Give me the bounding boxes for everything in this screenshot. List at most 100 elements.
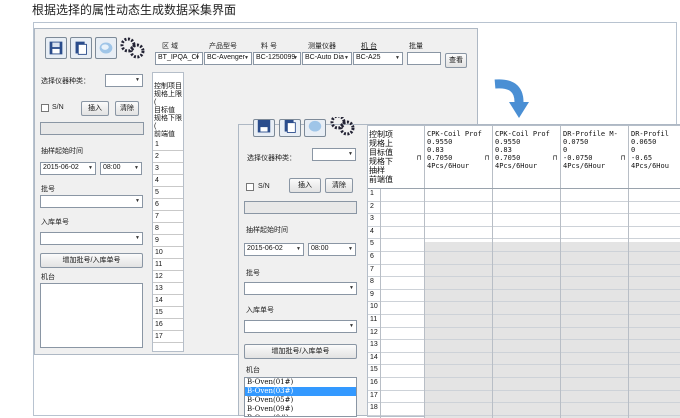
- insert-button[interactable]: 插入: [81, 101, 109, 116]
- row-number: 10: [370, 303, 378, 311]
- grid-column-line: [628, 126, 629, 418]
- column-sort-marker-icon: ⊓: [621, 154, 626, 162]
- row-number: 16: [370, 379, 378, 386]
- save-icon[interactable]: [253, 119, 275, 137]
- copy-icon[interactable]: [279, 119, 301, 137]
- batch-no-label: 批号: [41, 186, 55, 193]
- material-no-select[interactable]: BC-1250099: [253, 52, 301, 65]
- row-number: 11: [370, 316, 378, 323]
- image-icon[interactable]: [95, 37, 117, 59]
- column-header-sampling: 4Pcs/6Hour: [563, 162, 606, 170]
- sn-label: S/N: [258, 183, 270, 190]
- machine-list-item[interactable]: B-Oven(03#): [245, 387, 356, 396]
- grid-row-line: [368, 213, 680, 215]
- row-number: 4: [370, 227, 374, 235]
- column-header-name: CPK-Coil Prof: [427, 130, 482, 138]
- row-number: 14: [370, 353, 378, 361]
- column-header-target: 0: [631, 146, 636, 154]
- row-number: 15: [370, 366, 378, 374]
- grid-column-line: [492, 126, 493, 418]
- settings-gear-icon[interactable]: [119, 36, 145, 60]
- row-number: 3: [153, 163, 183, 175]
- date-picker[interactable]: 2015-06-02: [244, 243, 304, 256]
- column-sort-marker-icon: ⊓: [553, 154, 558, 162]
- machine-list-items: B-Oven(01#) B-Oven(03#) B-Oven(05#) B-Oven(…: [245, 378, 356, 416]
- row-number: 14: [153, 295, 183, 307]
- batch-input-top[interactable]: [407, 52, 441, 65]
- product-model-select[interactable]: BC-Avenger: [204, 52, 252, 65]
- transition-arrow-icon: [494, 79, 529, 118]
- row-header-panel: 控制项目 规格上限( 目标值 规格下限( 前端值 1 2 3 4 5 6 7 8 9 10 11 12…: [152, 72, 184, 352]
- row-number: 8: [153, 223, 183, 235]
- column-header-target: 0.83: [427, 146, 444, 154]
- area-label: 区 域: [162, 43, 178, 50]
- add-batch-button[interactable]: 增加批号/入库单号: [40, 253, 143, 268]
- machine-list[interactable]: [40, 283, 143, 348]
- query-button[interactable]: 查看: [445, 53, 467, 68]
- column-header[interactable]: CPK-Coil Prof 0.9550 0.83 0.7050 4Pcs/6Hour: [427, 130, 482, 170]
- sample-time-label: 抽样起始时间: [246, 227, 288, 234]
- time-select[interactable]: 08:00: [100, 162, 142, 175]
- row-number: 18: [370, 404, 378, 412]
- batch-label-top: 批量: [409, 43, 423, 50]
- time-select[interactable]: 08:00: [308, 243, 356, 256]
- column-header[interactable]: DR-Profil 0.0650 0 -0.65 4Pcs/6Hou: [631, 130, 669, 170]
- sn-input[interactable]: [244, 201, 357, 214]
- column-header-lower: 0.7050: [427, 154, 453, 162]
- row-number: 1: [370, 190, 374, 197]
- insert-button[interactable]: 插入: [289, 178, 321, 193]
- row-number: 6: [153, 199, 183, 211]
- stock-no-select[interactable]: [40, 232, 143, 245]
- stock-no-select[interactable]: [244, 320, 357, 333]
- sn-checkbox[interactable]: [246, 183, 254, 191]
- machine-list-item[interactable]: B-Oven(01#): [245, 378, 356, 387]
- grid-column-line: [424, 126, 425, 418]
- machine-list-item[interactable]: B-Oven(09#): [245, 405, 356, 414]
- row-number: 11: [153, 259, 183, 271]
- machine-list-item[interactable]: B-Oven(05#): [245, 396, 356, 405]
- grid-row-line: [368, 238, 680, 240]
- instrument-type-select[interactable]: [105, 74, 143, 87]
- instrument-select[interactable]: BC-Auto Dia: [302, 52, 352, 65]
- grid-shaded-area: [425, 242, 680, 418]
- material-no-label: 料 号: [261, 43, 277, 50]
- row-number: 17: [370, 391, 378, 399]
- area-select[interactable]: BT_IPQA_Cf: [155, 52, 203, 65]
- machine-select-top[interactable]: BC-A25: [353, 52, 403, 65]
- row-number: 5: [153, 187, 183, 199]
- sn-input[interactable]: [40, 122, 144, 135]
- copy-icon[interactable]: [70, 37, 92, 59]
- sn-label: S/N: [52, 104, 64, 111]
- save-icon[interactable]: [45, 37, 67, 59]
- row-number: 7: [370, 265, 374, 273]
- grid-row-line: [368, 301, 680, 303]
- machine-list[interactable]: B-Oven(01#) B-Oven(03#) B-Oven(05#) B-Oven(…: [244, 377, 357, 417]
- page-caption: 根据选择的属性动态生成数据采集界面: [32, 3, 237, 17]
- batch-no-select[interactable]: [244, 282, 357, 295]
- row-number: 12: [153, 271, 183, 283]
- date-picker[interactable]: 2015-06-02: [40, 162, 96, 175]
- batch-no-select[interactable]: [40, 195, 143, 208]
- sn-checkbox[interactable]: [41, 104, 49, 112]
- clear-button[interactable]: 清除: [115, 101, 139, 116]
- settings-gear-icon[interactable]: [329, 117, 355, 137]
- image-icon[interactable]: [304, 119, 326, 137]
- column-header[interactable]: CPK-Coil Prof 0.9550 0.83 0.7050 4Pcs/6Hour: [495, 130, 550, 170]
- column-header-upper: 0.9550: [427, 138, 453, 146]
- instrument-type-select[interactable]: [312, 148, 356, 161]
- column-header[interactable]: DR-Profile M- 0.0750 0 -0.0750 4Pcs/6Hour: [563, 130, 618, 170]
- machine-label: 机台: [41, 274, 55, 281]
- grid-row-line: [368, 402, 680, 404]
- grid-header-divider: [368, 188, 680, 189]
- row-number: 10: [153, 247, 183, 259]
- front-window: 选择仪器种类： S/N 插入 清除 抽样起始时间 2015-06-02 08:0…: [238, 117, 680, 418]
- column-sort-marker-icon: ⊓: [417, 154, 422, 162]
- clear-button[interactable]: 清除: [325, 178, 353, 193]
- grid-row-line: [368, 276, 680, 278]
- row-header-labels: 控制项 规格上 目标值 规格下 抽样 前端值: [369, 130, 393, 184]
- row-number: 13: [153, 283, 183, 295]
- add-batch-button[interactable]: 增加批号/入库单号: [244, 344, 357, 359]
- grid-row-line: [368, 339, 680, 341]
- grid-row-line: [368, 200, 680, 202]
- column-header-sampling: 4Pcs/6Hour: [427, 162, 470, 170]
